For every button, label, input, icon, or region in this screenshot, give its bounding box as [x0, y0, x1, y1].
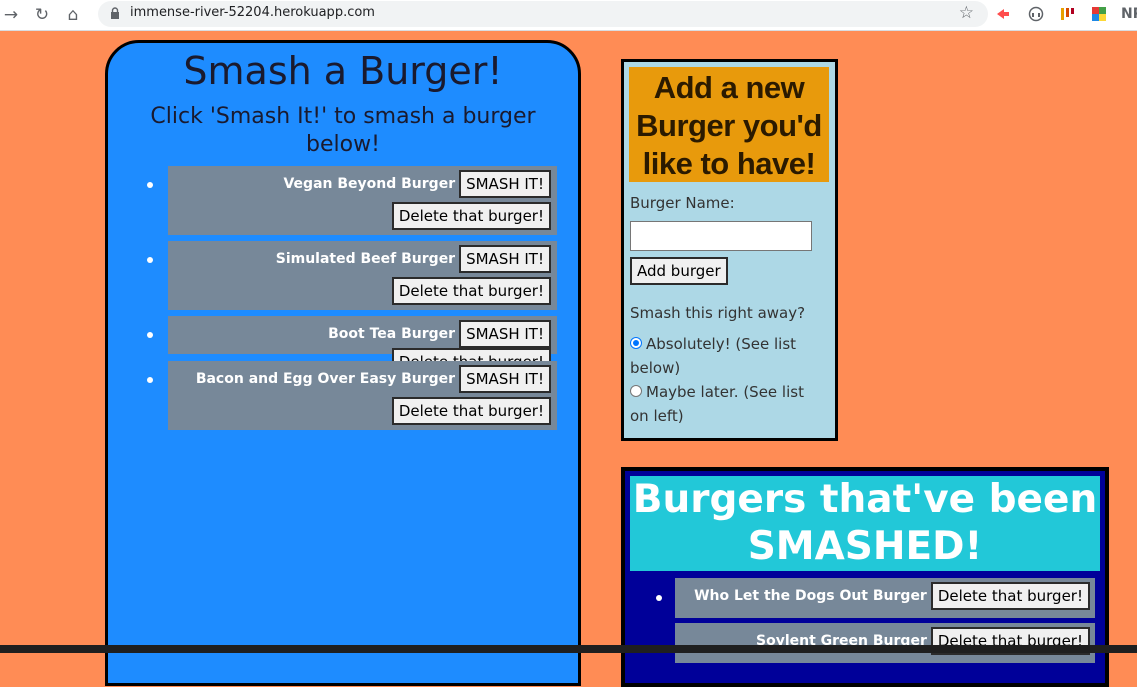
- smash-question: Smash this right away?: [630, 304, 806, 322]
- extension-bars-icon[interactable]: [1060, 6, 1076, 22]
- form-heading: Add a new Burger you'd like to have!: [629, 67, 829, 182]
- radio-no[interactable]: [630, 384, 642, 397]
- form-heading-text: Add a new Burger you'd like to have!: [636, 70, 822, 181]
- smash-button[interactable]: SMASH IT!: [459, 365, 551, 393]
- page-body: Smash a Burger! Click 'Smash It!' to sma…: [0, 31, 1137, 687]
- bullet: [147, 257, 153, 263]
- smash-panel: Smash a Burger! Click 'Smash It!' to sma…: [105, 40, 581, 686]
- forward-arrow-icon[interactable]: →: [0, 4, 22, 26]
- list-item: Bacon and Egg Over Easy Burger SMASH IT! …: [147, 361, 557, 430]
- smash-button[interactable]: SMASH IT!: [459, 170, 551, 198]
- list-item: Vegan Beyond Burger SMASH IT! Delete that…: [147, 166, 557, 235]
- list-item: Boot Tea BurgerSMASH IT! Delete that bur…: [147, 316, 557, 376]
- delete-button[interactable]: Delete that burger!: [391, 397, 551, 425]
- burger-name: Boot Tea Burger: [328, 326, 456, 342]
- lock-icon: [111, 7, 119, 19]
- address-bar[interactable]: immense-river-52204.herokuapp.com ☆: [98, 1, 988, 27]
- bullet: [147, 377, 153, 383]
- radio-option-yes[interactable]: Absolutely! (See list below): [630, 332, 825, 380]
- smashed-title: Burgers that've been SMASHED!: [630, 476, 1100, 571]
- burger-name: Who Let the Dogs Out Burger: [694, 588, 927, 604]
- url-text: immense-river-52204.herokuapp.com: [130, 5, 375, 20]
- extension-arrow-icon[interactable]: [995, 6, 1011, 22]
- radio-no-label: Maybe later. (See list on left): [630, 383, 804, 425]
- extension-np-label[interactable]: NP: [1121, 6, 1137, 22]
- extension-headphones-icon[interactable]: [1028, 6, 1044, 22]
- extension-grid-icon[interactable]: [1091, 6, 1107, 22]
- delete-button[interactable]: Delete that burger!: [930, 582, 1090, 610]
- radio-option-no[interactable]: Maybe later. (See list on left): [630, 380, 825, 428]
- burger-name: Bacon and Egg Over Easy Burger: [195, 371, 456, 387]
- page-title: Smash a Burger!: [183, 49, 503, 93]
- list-item: Simulated Beef Burger SMASH IT! Delete th…: [147, 241, 557, 310]
- burger-name-label: Burger Name:: [630, 194, 735, 212]
- bullet: [147, 332, 153, 338]
- bullet: [656, 595, 662, 601]
- smashed-list-item: Who Let the Dogs Out Burger Delete that b…: [656, 578, 1095, 618]
- add-burger-form: Add a new Burger you'd like to have! Bur…: [621, 59, 838, 441]
- smashed-list-item: Soylent Green Burger Delete that burger!: [675, 623, 1095, 663]
- smash-button[interactable]: SMASH IT!: [459, 320, 551, 348]
- home-icon[interactable]: ⌂: [62, 4, 84, 26]
- bookmark-star-icon[interactable]: ☆: [959, 3, 974, 23]
- burger-name-input[interactable]: [630, 221, 812, 251]
- burger-name: Vegan Beyond Burger: [283, 176, 456, 192]
- browser-toolbar: → ↻ ⌂ immense-river-52204.herokuapp.com …: [0, 0, 1137, 31]
- smash-button[interactable]: SMASH IT!: [459, 245, 551, 273]
- instructions: Click 'Smash It!' to smash a burger belo…: [150, 104, 536, 157]
- taskbar: [0, 645, 1137, 653]
- delete-button[interactable]: Delete that burger!: [391, 202, 551, 230]
- radio-yes[interactable]: [630, 336, 642, 349]
- bullet: [147, 182, 153, 188]
- delete-button[interactable]: Delete that burger!: [391, 277, 551, 305]
- smashed-panel: Burgers that've been SMASHED! Who Let th…: [621, 467, 1109, 687]
- reload-icon[interactable]: ↻: [31, 4, 53, 26]
- radio-yes-label: Absolutely! (See list below): [630, 335, 797, 377]
- burger-name: Simulated Beef Burger: [275, 251, 456, 267]
- add-burger-button[interactable]: Add burger: [630, 257, 728, 285]
